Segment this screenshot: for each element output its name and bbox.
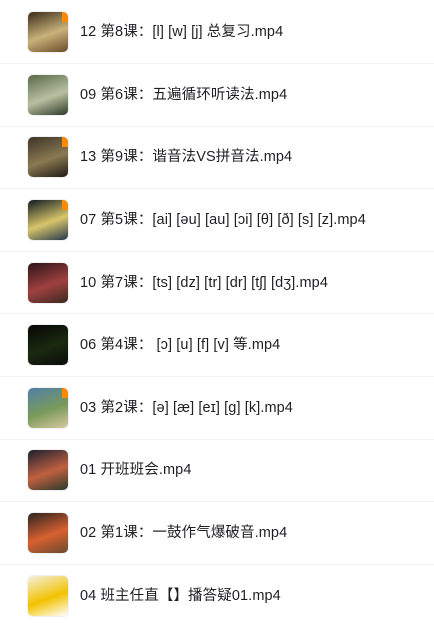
badge-marker (62, 387, 68, 398)
list-item[interactable]: 02 第1课：一鼓作气爆破音.mp4 (0, 502, 434, 565)
list-item[interactable]: 03 第2课：[ə] [æ] [eɪ] [g] [k].mp4 (0, 377, 434, 440)
badge-marker (62, 199, 68, 210)
file-name: 12 第8课：[l] [w] [j] 总复习.mp4 (80, 23, 284, 40)
video-thumbnail (28, 137, 68, 178)
file-name: 01 开班班会.mp4 (80, 462, 192, 479)
list-item[interactable]: 04 班主任直【】播答疑01.mp4 (0, 565, 434, 624)
video-thumbnail (28, 11, 68, 52)
video-thumbnail (28, 450, 68, 491)
list-item[interactable]: 09 第6课：五遍循环听读法.mp4 (0, 64, 434, 127)
file-name: 04 班主任直【】播答疑01.mp4 (80, 587, 281, 604)
video-thumbnail (28, 512, 68, 553)
file-name: 03 第2课：[ə] [æ] [eɪ] [g] [k].mp4 (80, 399, 293, 416)
list-item[interactable]: 01 开班班会.mp4 (0, 440, 434, 503)
file-name: 13 第9课：谐音法VS拼音法.mp4 (80, 149, 293, 166)
badge-marker (62, 11, 68, 22)
list-item[interactable]: 06 第4课： [ɔ] [u] [f] [v] 等.mp4 (0, 314, 434, 377)
file-name: 10 第7课：[ts] [dz] [tr] [dr] [tʃ] [dʒ].mp4 (80, 274, 329, 291)
video-thumbnail (28, 199, 68, 240)
file-name: 09 第6课：五遍循环听读法.mp4 (80, 86, 288, 103)
video-thumbnail (28, 74, 68, 115)
file-list: 12 第8课：[l] [w] [j] 总复习.mp4 09 第6课：五遍循环听读… (0, 0, 434, 624)
file-name: 02 第1课：一鼓作气爆破音.mp4 (80, 524, 288, 541)
video-thumbnail (28, 325, 68, 366)
list-item[interactable]: 12 第8课：[l] [w] [j] 总复习.mp4 (0, 0, 434, 64)
badge-marker (62, 137, 68, 148)
file-name: 07 第5课：[ai] [əu] [au] [ɔi] [θ] [ð] [s] [… (80, 211, 366, 228)
list-item[interactable]: 07 第5课：[ai] [əu] [au] [ɔi] [θ] [ð] [s] [… (0, 189, 434, 252)
file-name: 06 第4课： [ɔ] [u] [f] [v] 等.mp4 (80, 337, 281, 354)
video-thumbnail (28, 575, 68, 616)
video-thumbnail (28, 387, 68, 428)
list-item[interactable]: 13 第9课：谐音法VS拼音法.mp4 (0, 127, 434, 190)
video-thumbnail (28, 262, 68, 303)
list-item[interactable]: 10 第7课：[ts] [dz] [tr] [dr] [tʃ] [dʒ].mp4 (0, 252, 434, 315)
